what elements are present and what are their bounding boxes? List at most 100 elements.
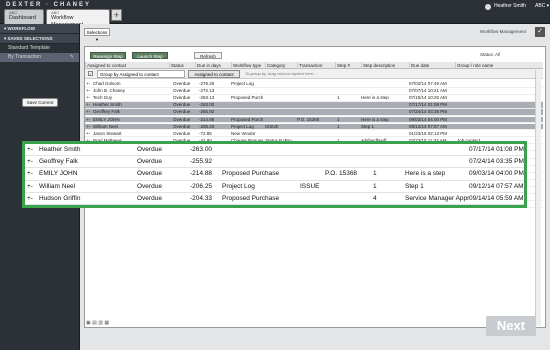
expand-icon[interactable]: +- <box>86 81 90 88</box>
expand-icon[interactable]: +- <box>86 95 90 102</box>
group-column-button[interactable]: Assigned to contact <box>188 70 240 78</box>
tab-workflow-management[interactable]: ABC Workflow Management <box>46 9 110 28</box>
cell-type: Project Log <box>231 123 254 129</box>
status-filter[interactable]: Status: All <box>480 52 500 57</box>
expand-icon[interactable]: +- <box>27 181 33 193</box>
cell-type: Proposed Purchase <box>231 116 263 122</box>
cell-due: -255.92 <box>190 158 213 166</box>
table-row[interactable]: +- Geoffrey Falk Overdue -255.92 07/24/14 03… <box>85 109 543 116</box>
cell-step: 1 <box>373 170 377 178</box>
cell-desc: Here is a step <box>361 116 389 122</box>
cell-status: Overdue <box>173 102 191 108</box>
group-by-select[interactable]: Group by Assigned to contact <box>97 70 185 78</box>
col-due-date[interactable]: Due date <box>409 62 453 69</box>
col-workflow-type[interactable]: Workflow type <box>231 62 263 69</box>
zoomed-table-row[interactable]: +- EMILY JOHN Overdue -214.88 Proposed Purch… <box>25 168 524 181</box>
table-row[interactable]: +- William Neel Overdue -206.25 Project Log I… <box>85 123 543 131</box>
expand-icon[interactable]: +- <box>86 88 90 95</box>
module-label: Workflow Management <box>480 29 526 34</box>
cell-contact: John B. Chaney <box>93 88 126 94</box>
check-icon[interactable]: ✓ <box>535 27 545 37</box>
cell-status: Overdue <box>173 116 191 122</box>
cell-status: Overdue <box>173 130 191 136</box>
expand-icon[interactable]: +- <box>86 131 90 138</box>
col-step-desc[interactable]: Step description <box>361 62 407 69</box>
cell-step: 1 <box>337 123 340 129</box>
cell-date: 07/07/14 10:21 AM <box>409 88 447 94</box>
launch-step-button[interactable]: Launch Step <box>132 52 168 59</box>
col-due-days[interactable]: Due in days <box>195 62 229 69</box>
tab-dashboard[interactable]: ABC Dashboard <box>4 9 44 24</box>
cell-contact: Chad Golsom <box>93 81 121 86</box>
cell-status: Overdue <box>137 182 162 190</box>
expand-icon[interactable]: +- <box>27 156 33 168</box>
zoomed-table-row[interactable]: +- William Neel Overdue -206.25 Project Log I… <box>25 181 524 193</box>
expand-icon[interactable]: +- <box>27 168 33 180</box>
cell-status: Overdue <box>173 123 191 129</box>
sidebar-item-label: By Transaction <box>8 54 42 60</box>
refresh-button[interactable]: Refresh <box>194 52 222 59</box>
zoomed-table-row[interactable]: +- Geoffrey Falk Overdue -255.92 07/24/14 03… <box>25 156 524 169</box>
table-row[interactable]: +-Tech Guy Overdue -263.13 Proposed Purchas… <box>85 95 543 102</box>
reassign-step-button[interactable]: Reassign Step <box>90 52 126 59</box>
expand-icon[interactable]: +- <box>86 117 90 124</box>
workflow-header[interactable]: ▾ WORKFLOW <box>0 24 79 34</box>
cell-category: ISSUE <box>265 123 279 129</box>
cell-due: -276.25 <box>199 81 215 86</box>
cell-due: -263.13 <box>199 95 215 101</box>
expand-icon[interactable]: +- <box>27 144 33 156</box>
cell-due: -206.25 <box>199 123 215 129</box>
cell-status: Overdue <box>173 109 191 115</box>
pin-icon[interactable]: ✎ <box>70 53 74 62</box>
expand-icon[interactable]: +- <box>86 109 90 116</box>
zoomed-table-row[interactable]: +- Heather Smith Overdue -263.00 07/17/14 01… <box>25 144 524 157</box>
cell-status: Overdue <box>173 88 191 94</box>
cell-type: Proposed Purchase <box>222 170 280 178</box>
table-row[interactable]: +- Chad Golsom Overdue -276.25 Project Log 07… <box>85 81 543 88</box>
col-category[interactable]: Category <box>265 62 295 69</box>
cell-status: Overdue <box>137 158 162 166</box>
col-step[interactable]: Step # <box>335 62 359 69</box>
col-transaction[interactable]: Transaction <box>297 62 333 69</box>
vertical-scrollbar[interactable] <box>535 70 541 326</box>
footer-icons[interactable]: ▣ ▤ ▥ ▦ <box>86 320 109 326</box>
expand-icon[interactable]: +- <box>27 193 33 205</box>
cell-desc: Step 1 <box>361 123 375 129</box>
user-name[interactable]: Heather Smith <box>494 3 526 9</box>
cell-type: Project Log <box>222 182 255 190</box>
cell-desc: Service Manager Appr <box>405 194 470 202</box>
top-bar: DEXTER · CHANEY ABC Dashboard ABC Workfl… <box>0 0 550 28</box>
cell-contact: Jason Stewart <box>93 130 122 136</box>
cell-contact: William Neel <box>39 182 76 190</box>
table-row[interactable]: +- Heather Smith Overdue -263.00 07/17/14 01… <box>85 102 543 109</box>
company-menu[interactable]: ABC ▾ <box>535 3 549 9</box>
expand-icon[interactable]: +- <box>86 102 90 109</box>
cell-step: 1 <box>373 182 377 190</box>
table-row[interactable]: +- Jason Stewart Overdue -72.85 New Vendor 01… <box>85 131 543 138</box>
cell-status: Overdue <box>137 194 162 202</box>
selections-button[interactable]: Selections ▾ <box>84 28 110 42</box>
cell-status: Overdue <box>173 95 191 101</box>
cell-date: 07/15/14 10:25 AM <box>409 95 447 101</box>
cell-date: 07/17/14 01:08 PM <box>409 102 448 108</box>
cell-contact: Heather Smith <box>93 102 122 108</box>
col-contact[interactable]: Assigned to contact <box>85 62 167 69</box>
cell-contact: Geoffrey Falk <box>93 109 120 115</box>
cell-date: 09/12/14 07:57 AM <box>409 123 447 129</box>
sidebar-item-standard-template[interactable]: Standard Template <box>0 44 79 53</box>
saved-selections-header[interactable]: ▾ SAVED SELECTIONS <box>0 34 79 44</box>
col-status[interactable]: Status <box>169 62 193 69</box>
expand-icon[interactable]: +- <box>86 124 90 131</box>
next-button[interactable]: Next <box>486 316 536 336</box>
sidebar-item-by-transaction[interactable]: By Transaction ✎ <box>0 53 79 62</box>
table-row[interactable]: +- John B. Chaney Overdue -272.13 07/07/14 1… <box>85 88 543 95</box>
add-tab-button[interactable]: + <box>111 9 122 21</box>
group-checkbox[interactable]: ✓ <box>88 71 93 76</box>
zoomed-table-row[interactable]: +- Hudson Griffin Overdue -204.33 Proposed P… <box>25 193 524 205</box>
col-group-role[interactable]: Group / role name <box>455 62 535 69</box>
cell-contact: Tech Guy <box>93 95 113 101</box>
user-icon <box>485 4 491 10</box>
save-current-button[interactable]: Save Current <box>22 98 58 107</box>
table-row[interactable]: +- EMILY JOHN Overdue -214.88 Proposed Purch… <box>85 116 543 124</box>
cell-contact: EMILY JOHN <box>39 170 78 178</box>
